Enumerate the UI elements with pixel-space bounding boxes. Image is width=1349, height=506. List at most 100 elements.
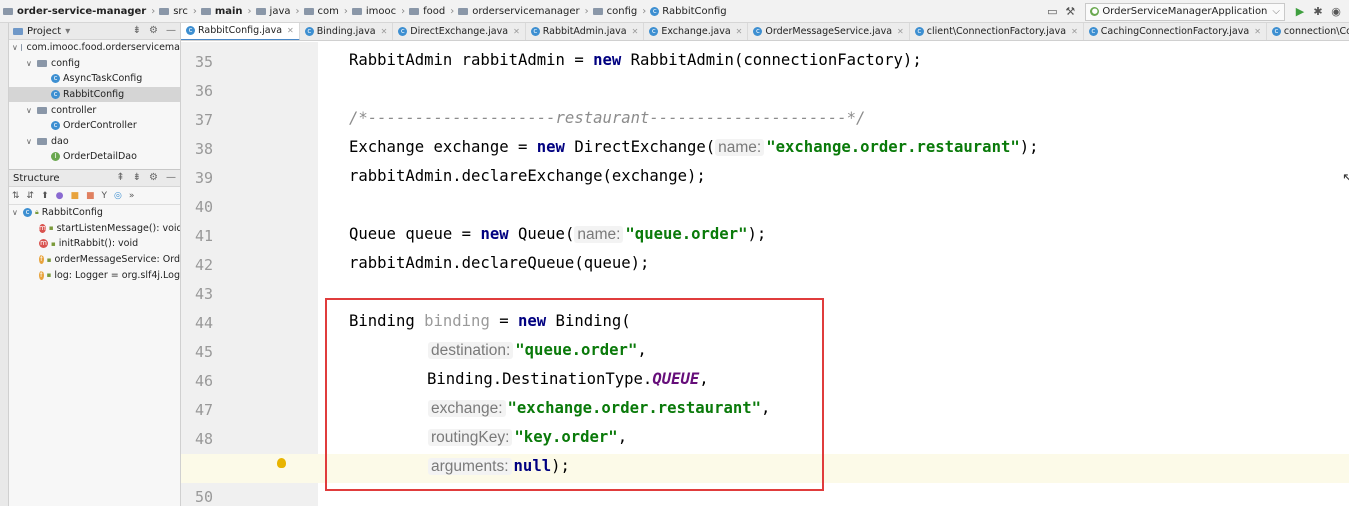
chevron-down-icon[interactable]: ▾ <box>65 26 70 37</box>
close-icon[interactable]: ✕ <box>736 27 743 36</box>
project-tree-item[interactable]: c OrderController <box>9 118 180 134</box>
project-tree-label: config <box>51 57 81 69</box>
parameter-hint: name: <box>715 139 765 156</box>
lambdas-icon[interactable]: Y <box>102 191 108 201</box>
close-icon[interactable]: ✕ <box>1071 27 1078 36</box>
structure-member[interactable]: f ▪ orderMessageService: Ord <box>9 252 180 268</box>
structure-member[interactable]: m ▪ initRabbit(): void <box>9 236 180 252</box>
class-icon: c <box>1088 27 1098 36</box>
project-tree-item[interactable]: ∨ controller <box>9 102 180 118</box>
breadcrumb-item[interactable]: food › <box>409 6 454 17</box>
project-tree-item[interactable]: c AsyncTaskConfig <box>9 71 180 87</box>
toolbar: ▭ ⚒ ● OrderServiceManagerApplication ⌵ ▶… <box>1043 0 1349 23</box>
editor-tab[interactable]: c Exchange.java ✕ <box>644 23 749 40</box>
breadcrumb-label: order-service-manager <box>17 5 147 17</box>
project-panel-title[interactable]: Project <box>27 26 61 37</box>
class-icon: c <box>304 27 314 36</box>
line-number: 48 <box>194 430 213 448</box>
chevron-down-icon[interactable]: ∨ <box>12 43 18 52</box>
hide-icon[interactable]: — <box>166 25 176 36</box>
separator-icon: › <box>584 5 589 17</box>
editor-tab[interactable]: c client\ConnectionFactory.java ✕ <box>910 23 1084 40</box>
folder-icon <box>255 7 266 15</box>
code-line-35: RabbitAdmin rabbitAdmin = new RabbitAdmi… <box>349 51 922 69</box>
code-line-41: Queue queue = new Queue(name: "queue.orde… <box>349 225 767 243</box>
close-icon[interactable]: ✕ <box>897 27 904 36</box>
folder-icon <box>409 7 420 15</box>
build-hammer-icon[interactable]: ⚒ <box>1063 5 1077 18</box>
editor-tab[interactable]: c RabbitConfig.java ✕ <box>181 23 300 40</box>
run-configuration-label: OrderServiceManagerApplication <box>1102 6 1268 17</box>
hide-icon[interactable]: — <box>166 172 176 183</box>
breadcrumb-item[interactable]: com › <box>303 6 348 17</box>
sort-visibility-icon[interactable]: ⇵ <box>27 191 35 201</box>
project-tree-item[interactable]: ∨ com.imooc.food.orderservicema <box>9 40 180 56</box>
breadcrumb-item[interactable]: java › <box>255 6 300 17</box>
breadcrumb-item[interactable]: imooc › <box>351 5 405 17</box>
fields-icon[interactable]: ■ <box>71 191 80 201</box>
breadcrumb-label: src <box>173 5 188 17</box>
project-tree-item[interactable]: ∨ config <box>9 56 180 72</box>
close-icon[interactable]: ✕ <box>1254 27 1261 36</box>
visibility-icon: ▪ <box>46 255 52 264</box>
chevron-down-icon[interactable]: ∨ <box>26 59 34 68</box>
properties-icon[interactable]: ● <box>56 191 64 201</box>
lightbulb-icon[interactable] <box>277 458 286 468</box>
coverage-icon[interactable]: ◉ <box>1329 5 1343 18</box>
editor-tab[interactable]: c Binding.java ✕ <box>300 23 394 40</box>
anonymous-icon[interactable]: ◎ <box>114 191 122 201</box>
tool-window-strip[interactable] <box>0 23 9 506</box>
close-icon[interactable]: ✕ <box>632 27 639 36</box>
close-icon[interactable]: ✕ <box>287 26 294 35</box>
breadcrumb-item[interactable]: c RabbitConfig <box>650 6 727 17</box>
run-icon[interactable]: ▶ <box>1293 5 1307 18</box>
structure-root-label: RabbitConfig <box>41 207 103 219</box>
line-number: 38 <box>194 140 213 158</box>
separator-icon: › <box>642 5 647 17</box>
project-tree-item[interactable]: I OrderDetailDao <box>9 149 180 165</box>
collapse-all-icon[interactable]: ⇟ <box>133 25 141 36</box>
chevron-down-icon[interactable]: ∨ <box>12 208 20 217</box>
gear-icon[interactable]: ⚙ <box>149 25 158 36</box>
structure-member[interactable]: m ▪ startListenMessage(): void <box>9 221 180 237</box>
non-public-icon[interactable]: ■ <box>86 191 95 201</box>
breadcrumb-item[interactable]: orderservicemanager › <box>458 5 589 17</box>
editor-tab[interactable]: c RabbitAdmin.java ✕ <box>526 23 645 40</box>
structure-member[interactable]: f ▪ log: Logger = org.slf4j.Log <box>9 267 180 283</box>
structure-root[interactable]: ∨ c 🔒︎ RabbitConfig <box>9 205 180 221</box>
layout-icon[interactable]: ▭ <box>1045 5 1059 18</box>
sort-alpha-icon[interactable]: ⇅ <box>12 191 20 201</box>
expand-icon[interactable]: ⇞ <box>116 172 124 183</box>
gear-icon[interactable]: ⚙ <box>149 172 158 183</box>
project-tree: ∨ com.imooc.food.orderservicema ∨ config c As… <box>9 40 180 165</box>
run-configuration-select[interactable]: ● OrderServiceManagerApplication ⌵ <box>1085 2 1285 21</box>
interface-icon: I <box>51 152 60 162</box>
collapse-icon[interactable]: ⇟ <box>133 172 141 183</box>
field-icon: f <box>39 255 44 265</box>
code-line-38: Exchange exchange = new DirectExchange(n… <box>349 138 1039 156</box>
editor-tab[interactable]: c DirectExchange.java ✕ <box>393 23 526 40</box>
breadcrumb-item[interactable]: main › <box>200 5 252 17</box>
debug-icon[interactable]: ✱ <box>1311 5 1325 18</box>
project-tree-item[interactable]: c RabbitConfig <box>9 86 180 103</box>
structure-member-label: log: Logger = org.slf4j.Log <box>54 269 180 281</box>
breadcrumb-item[interactable]: src › <box>159 6 197 17</box>
structure-panel-title: Structure <box>13 172 60 184</box>
chevron-down-icon[interactable]: ∨ <box>26 137 34 146</box>
editor-tab[interactable]: cconnection\ConnectionFactory.ja✕ <box>1267 23 1349 40</box>
more-icon[interactable]: » <box>129 191 135 201</box>
breadcrumb-item[interactable]: config › <box>592 5 647 17</box>
breadcrumb-item[interactable]: order-service-manager › <box>3 6 155 17</box>
editor-tab-label: OrderMessageService.java <box>765 26 893 37</box>
separator-icon: › <box>247 5 252 17</box>
close-icon[interactable]: ✕ <box>381 27 388 36</box>
project-tree-item[interactable]: ∨ dao <box>9 134 180 150</box>
project-tree-label: AsyncTaskConfig <box>63 73 143 85</box>
close-icon[interactable]: ✕ <box>513 27 520 36</box>
editor-tab[interactable]: c CachingConnectionFactory.java ✕ <box>1084 23 1267 40</box>
editor-tab[interactable]: c OrderMessageService.java ✕ <box>748 23 910 40</box>
method-icon: m <box>39 239 48 249</box>
chevron-down-icon[interactable]: ∨ <box>26 106 34 115</box>
breadcrumb-label: imooc <box>365 5 397 17</box>
inherited-icon[interactable]: ⬆ <box>41 191 49 201</box>
